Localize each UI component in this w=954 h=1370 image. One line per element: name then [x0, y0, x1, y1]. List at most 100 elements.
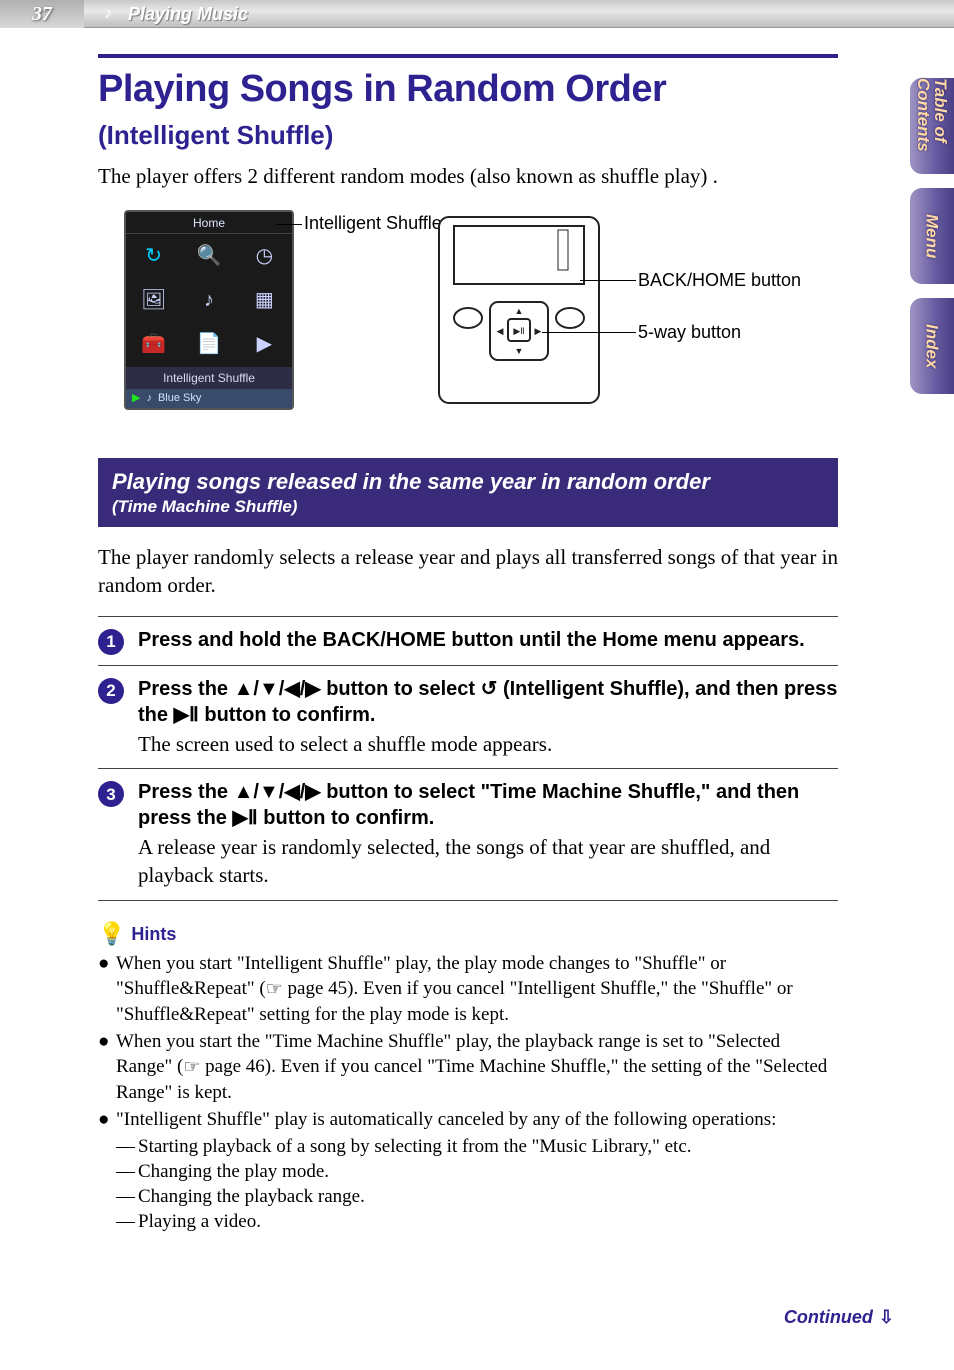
title-rule — [98, 54, 838, 58]
callout-back-home-button: BACK/HOME button — [638, 270, 801, 291]
continued-indicator: Continued ⇩ — [784, 1308, 894, 1326]
step-instruction: Press the ▲/▼/◀/▶ button to select "Time… — [138, 779, 838, 831]
play-indicator-icon: ▶ — [132, 392, 140, 405]
hint-text: When you start "Intelligent Shuffle" pla… — [116, 951, 838, 1027]
hint-item: ● When you start "Intelligent Shuffle" p… — [98, 951, 838, 1027]
step-badge: 1 — [98, 629, 124, 655]
player-hardware-figure: ▶Ⅱ ▲ ▼ ◀ ▶ — [438, 216, 644, 404]
reference-icon: ☞ — [183, 1055, 200, 1080]
tab-table-of-contents[interactable]: Table of Contents — [910, 78, 954, 174]
step-result: A release year is randomly selected, the… — [138, 833, 838, 890]
step-2: 2 Press the ▲/▼/◀/▶ button to select ↺ (… — [98, 676, 838, 758]
svg-text:◀: ◀ — [497, 326, 504, 336]
hint-sub-text: Playing a video. — [138, 1209, 261, 1234]
dash-icon: — — [116, 1209, 138, 1234]
svg-text:▶: ▶ — [535, 326, 542, 336]
callout-five-way-button: 5-way button — [638, 322, 741, 343]
page-title: Playing Songs in Random Order (Intellige… — [98, 70, 838, 148]
nav-arrows-icon: ▲/▼/◀/▶ — [234, 678, 321, 700]
divider — [98, 665, 838, 666]
step-text-fragment: button to confirm. — [199, 704, 376, 726]
svg-text:▲: ▲ — [515, 306, 524, 316]
section-title: Playing Music — [128, 5, 248, 23]
page-number: 37 — [0, 0, 84, 28]
step-text-fragment: button to select — [321, 678, 481, 700]
playlist-icon: 📄 — [181, 322, 236, 366]
side-tabs: Table of Contents Menu Index — [910, 78, 954, 394]
hint-subitem: —Playing a video. — [116, 1209, 838, 1234]
subsection-title: Playing songs released in the same year … — [112, 468, 824, 496]
hint-text: "Intelligent Shuffle" play is automatica… — [116, 1107, 776, 1132]
step-1: 1 Press and hold the BACK/HOME button un… — [98, 627, 838, 655]
hint-bulb-icon: 💡 — [98, 921, 125, 947]
music-note-icon: ♪ — [98, 4, 118, 24]
hints-label: Hints — [131, 925, 176, 943]
music-note-small-icon: ♪ — [146, 392, 152, 405]
bullet-icon: ● — [98, 1029, 116, 1105]
home-menu-screenshot: Home ↻ 🔍 ◷ 🖼 ♪ ▦ 🧰 📄 ▶ Intelligent Shuff… — [124, 210, 294, 410]
step-3: 3 Press the ▲/▼/◀/▶ button to select "Ti… — [98, 779, 838, 890]
play-pause-icon: ▶Ⅱ — [174, 704, 199, 726]
divider — [98, 768, 838, 769]
nowplaying-icon: ▶ — [237, 322, 292, 366]
page-reference[interactable]: page 45 — [283, 978, 347, 999]
tab-index[interactable]: Index — [910, 298, 954, 394]
title-main: Playing Songs in Random Order — [98, 70, 666, 110]
nav-arrows-icon: ▲/▼/◀/▶ — [234, 781, 321, 803]
hint-sub-text: Starting playback of a song by selecting… — [138, 1134, 692, 1159]
reference-icon: ☞ — [266, 977, 283, 1002]
photo-icon: 🖼 — [126, 278, 181, 322]
hint-text: When you start the "Time Machine Shuffle… — [116, 1029, 838, 1105]
play-pause-icon: ▶Ⅱ — [232, 807, 257, 829]
hint-subitem: —Changing the play mode. — [116, 1159, 838, 1184]
step-badge: 2 — [98, 678, 124, 704]
step-badge: 3 — [98, 781, 124, 807]
hints-list: ● When you start "Intelligent Shuffle" p… — [98, 951, 838, 1235]
now-playing-bar: ▶ ♪ Blue Sky — [126, 389, 292, 408]
page-reference[interactable]: page 46 — [200, 1056, 264, 1077]
intelligent-shuffle-icon: ↻ — [126, 234, 181, 278]
subsection-bar: Playing songs released in the same year … — [98, 458, 838, 527]
clock-icon: ◷ — [237, 234, 292, 278]
step-text-fragment: button to confirm. — [258, 807, 435, 829]
step-instruction: Press the ▲/▼/◀/▶ button to select ↺ (In… — [138, 676, 838, 728]
step-instruction: Press and hold the BACK/HOME button unti… — [138, 627, 838, 653]
intro-paragraph: The player offers 2 different random mod… — [98, 162, 838, 190]
subsection-intro: The player randomly selects a release ye… — [98, 543, 838, 600]
dash-icon: — — [116, 1134, 138, 1159]
dash-icon: — — [116, 1184, 138, 1209]
figure-area: Home ↻ 🔍 ◷ 🖼 ♪ ▦ 🧰 📄 ▶ Intelligent Shuff… — [98, 210, 838, 440]
home-menu-grid: ↻ 🔍 ◷ 🖼 ♪ ▦ 🧰 📄 ▶ — [126, 234, 292, 367]
step-text-fragment: Press the — [138, 781, 234, 803]
continued-label: Continued — [784, 1308, 873, 1326]
hint-sub-text: Changing the play mode. — [138, 1159, 329, 1184]
svg-text:▼: ▼ — [515, 346, 524, 356]
search-icon: 🔍 — [181, 234, 236, 278]
page-content: Playing Songs in Random Order (Intellige… — [98, 54, 838, 1235]
hints-heading: 💡 Hints — [98, 921, 838, 947]
svg-text:▶Ⅱ: ▶Ⅱ — [513, 326, 524, 336]
continued-arrow-icon: ⇩ — [879, 1308, 894, 1326]
hint-sub-text: Changing the playback range. — [138, 1184, 365, 1209]
hint-item: ● "Intelligent Shuffle" play is automati… — [98, 1107, 838, 1132]
settings-icon: 🧰 — [126, 322, 181, 366]
hint-item: ● When you start the "Time Machine Shuff… — [98, 1029, 838, 1105]
divider — [98, 616, 838, 617]
divider — [98, 900, 838, 901]
hint-subitem: —Starting playback of a song by selectin… — [116, 1134, 838, 1159]
subsection-subtitle: (Time Machine Shuffle) — [112, 496, 824, 517]
music-icon: ♪ — [181, 278, 236, 322]
bullet-icon: ● — [98, 1107, 116, 1132]
bullet-icon: ● — [98, 951, 116, 1027]
hint-subitem: —Changing the playback range. — [116, 1184, 838, 1209]
tab-menu[interactable]: Menu — [910, 188, 954, 284]
title-sub: (Intelligent Shuffle) — [98, 122, 333, 148]
now-playing-title: Blue Sky — [158, 392, 201, 405]
home-menu-title: Home — [126, 212, 292, 233]
header-bar: 37 ♪ Playing Music — [0, 0, 954, 28]
callout-intelligent-shuffle: Intelligent Shuffle — [304, 214, 442, 234]
step-result: The screen used to select a shuffle mode… — [138, 730, 838, 758]
intelligent-shuffle-feature-icon: ↺ — [481, 678, 498, 700]
home-menu-selected-label: Intelligent Shuffle — [126, 367, 292, 389]
dash-icon: — — [116, 1159, 138, 1184]
